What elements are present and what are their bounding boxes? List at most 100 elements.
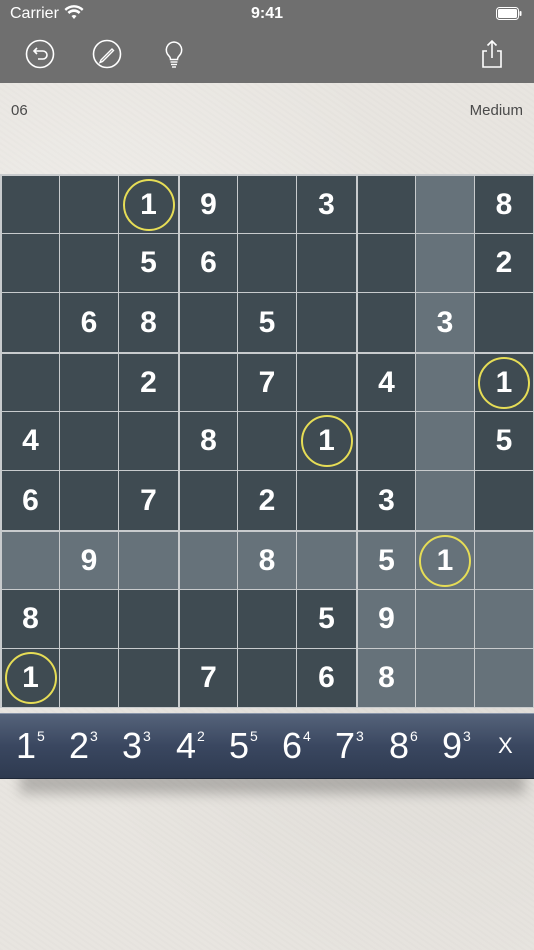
erase-button[interactable] (89, 36, 125, 72)
board-cell[interactable]: 8 (2, 590, 59, 648)
tray-digit-7[interactable]: 73 (335, 714, 364, 778)
tray-digit-6[interactable]: 64 (282, 714, 311, 778)
board-cell[interactable] (238, 412, 296, 470)
tray-digit-9[interactable]: 93 (442, 714, 471, 778)
board-cell[interactable] (60, 176, 118, 233)
board-cell[interactable] (2, 234, 59, 292)
board-cell[interactable] (297, 471, 356, 530)
board-cell[interactable]: 2 (119, 354, 178, 411)
board-cell[interactable] (180, 354, 237, 411)
board-cell[interactable]: 7 (238, 354, 296, 411)
board-cell[interactable] (238, 176, 296, 233)
board-cell[interactable] (475, 532, 533, 589)
board-cell[interactable]: 6 (2, 471, 59, 530)
tray-remaining-count: 3 (356, 728, 364, 744)
board-cell[interactable]: 3 (297, 176, 356, 233)
cell-value: 5 (378, 543, 395, 577)
board-cell[interactable] (60, 412, 118, 470)
board-cell[interactable]: 4 (2, 412, 59, 470)
board-cell[interactable] (60, 354, 118, 411)
board-cell[interactable]: 1 (297, 412, 356, 470)
board-cell[interactable] (297, 234, 356, 292)
board-cell[interactable]: 7 (180, 649, 237, 707)
board-cell[interactable] (297, 293, 356, 352)
board-cell[interactable] (60, 471, 118, 530)
board-cell[interactable] (358, 412, 415, 470)
clear-button[interactable]: X (498, 714, 513, 778)
board-cell[interactable]: 5 (238, 293, 296, 352)
board-cell[interactable] (416, 234, 474, 292)
board-cell[interactable]: 1 (475, 354, 533, 411)
board-cell[interactable]: 8 (475, 176, 533, 233)
tray-digit-2[interactable]: 23 (69, 714, 98, 778)
board-cell[interactable]: 8 (180, 412, 237, 470)
board-cell[interactable] (180, 471, 237, 530)
board-cell[interactable]: 6 (180, 234, 237, 292)
board-cell[interactable]: 3 (358, 471, 415, 530)
tray-digit-1[interactable]: 15 (16, 714, 45, 778)
board-cell[interactable] (358, 176, 415, 233)
board-cell[interactable] (475, 471, 533, 530)
board-cell[interactable] (475, 293, 533, 352)
board-cell[interactable]: 2 (475, 234, 533, 292)
board-cell[interactable]: 1 (119, 176, 178, 233)
board-cell[interactable] (2, 293, 59, 352)
share-button[interactable] (474, 36, 510, 72)
tray-digit-label: 7 (335, 725, 356, 766)
board-cell[interactable]: 9 (358, 590, 415, 648)
board-cell[interactable] (238, 234, 296, 292)
board-cell[interactable] (238, 649, 296, 707)
hint-button[interactable] (156, 36, 192, 72)
board-cell[interactable]: 2 (238, 471, 296, 530)
board-cell[interactable]: 8 (119, 293, 178, 352)
board-cell[interactable]: 3 (416, 293, 474, 352)
board-cell[interactable] (416, 590, 474, 648)
board-cell[interactable] (60, 234, 118, 292)
board-cell[interactable] (180, 590, 237, 648)
board-cell[interactable] (119, 412, 178, 470)
board-cell[interactable]: 5 (119, 234, 178, 292)
board-cell[interactable] (119, 590, 178, 648)
board-cell[interactable]: 8 (238, 532, 296, 589)
board-cell[interactable] (416, 176, 474, 233)
board-cell[interactable] (2, 176, 59, 233)
board-cell[interactable] (2, 532, 59, 589)
board-cell[interactable] (416, 471, 474, 530)
board-cell[interactable]: 7 (119, 471, 178, 530)
board-cell[interactable] (60, 590, 118, 648)
board-cell[interactable]: 8 (358, 649, 415, 707)
board-cell[interactable] (180, 532, 237, 589)
board-cell[interactable]: 5 (297, 590, 356, 648)
difficulty-label: Medium (469, 102, 523, 119)
board-cell[interactable] (297, 532, 356, 589)
board-cell[interactable] (238, 590, 296, 648)
board-cell[interactable] (416, 354, 474, 411)
tray-digit-4[interactable]: 42 (176, 714, 205, 778)
tray-digit-5[interactable]: 55 (229, 714, 258, 778)
board-cell[interactable] (119, 649, 178, 707)
undo-button[interactable] (22, 36, 58, 72)
board-cell[interactable]: 1 (2, 649, 59, 707)
board-cell[interactable] (119, 532, 178, 589)
board-cell[interactable]: 6 (60, 293, 118, 352)
board-cell[interactable] (416, 649, 474, 707)
board-cell[interactable]: 5 (358, 532, 415, 589)
board-cell[interactable] (475, 590, 533, 648)
board-cell[interactable]: 1 (416, 532, 474, 589)
board-cell[interactable] (358, 293, 415, 352)
board-cell[interactable] (2, 354, 59, 411)
tray-digit-8[interactable]: 86 (389, 714, 418, 778)
tray-digit-3[interactable]: 33 (122, 714, 151, 778)
board-cell[interactable] (297, 354, 356, 411)
board-cell[interactable]: 4 (358, 354, 415, 411)
board-cell[interactable]: 9 (60, 532, 118, 589)
board-cell[interactable] (416, 412, 474, 470)
board-cell[interactable]: 5 (475, 412, 533, 470)
board-cell[interactable] (475, 649, 533, 707)
board-cell[interactable]: 6 (297, 649, 356, 707)
board-cell[interactable] (60, 649, 118, 707)
board-cell[interactable] (180, 293, 237, 352)
cell-value: 9 (378, 602, 395, 635)
board-cell[interactable]: 9 (180, 176, 237, 233)
board-cell[interactable] (358, 234, 415, 292)
